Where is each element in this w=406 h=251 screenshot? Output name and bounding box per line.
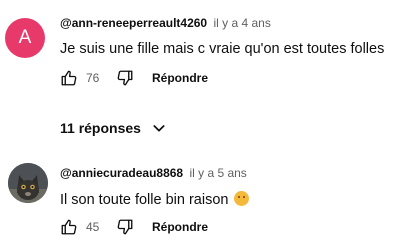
chevron-down-icon — [151, 120, 167, 136]
comment-thread: @anniecuradeau8868 il y a 5 ans Il son t… — [0, 155, 406, 251]
dislike-button[interactable] — [114, 216, 136, 238]
comment-thread: A @ann-reneeperreault4260 il y a 4 ans J… — [0, 0, 406, 136]
thumbs-up-icon — [61, 219, 77, 235]
comment-actions: 45 Répondre — [58, 215, 208, 239]
like-count: 76 — [86, 71, 100, 85]
like-count: 45 — [86, 220, 100, 234]
comment-header: @ann-reneeperreault4260 il y a 4 ans — [60, 16, 271, 30]
comment-text: Il son toute folle bin raison — [60, 192, 229, 208]
replies-count-label: 11 réponses — [60, 120, 141, 136]
comment-text-row: Il son toute folle bin raison — [60, 191, 250, 208]
dislike-button[interactable] — [114, 67, 136, 89]
comment-timestamp[interactable]: il y a 4 ans — [213, 16, 270, 30]
show-replies-button[interactable]: 11 réponses — [60, 120, 167, 136]
like-button[interactable] — [58, 216, 80, 238]
thumbs-up-icon — [61, 70, 77, 86]
avatar[interactable] — [8, 163, 48, 203]
avatar[interactable]: A — [5, 18, 45, 58]
comment-actions: 76 Répondre — [58, 66, 208, 90]
comment-header: @anniecuradeau8868 il y a 5 ans — [60, 166, 247, 180]
comment-timestamp[interactable]: il y a 5 ans — [189, 166, 246, 180]
like-button[interactable] — [58, 67, 80, 89]
reply-button[interactable]: Répondre — [152, 220, 208, 234]
author-name[interactable]: @ann-reneeperreault4260 — [60, 16, 207, 30]
cat-photo-avatar — [8, 163, 48, 203]
smiling-face-emoji-icon — [234, 191, 250, 206]
comment-text: Je suis une fille mais c vraie qu'on est… — [60, 41, 385, 57]
thumbs-down-icon — [117, 219, 133, 235]
author-name[interactable]: @anniecuradeau8868 — [60, 166, 183, 180]
reply-button[interactable]: Répondre — [152, 71, 208, 85]
avatar-letter: A — [18, 27, 32, 48]
thumbs-down-icon — [117, 70, 133, 86]
